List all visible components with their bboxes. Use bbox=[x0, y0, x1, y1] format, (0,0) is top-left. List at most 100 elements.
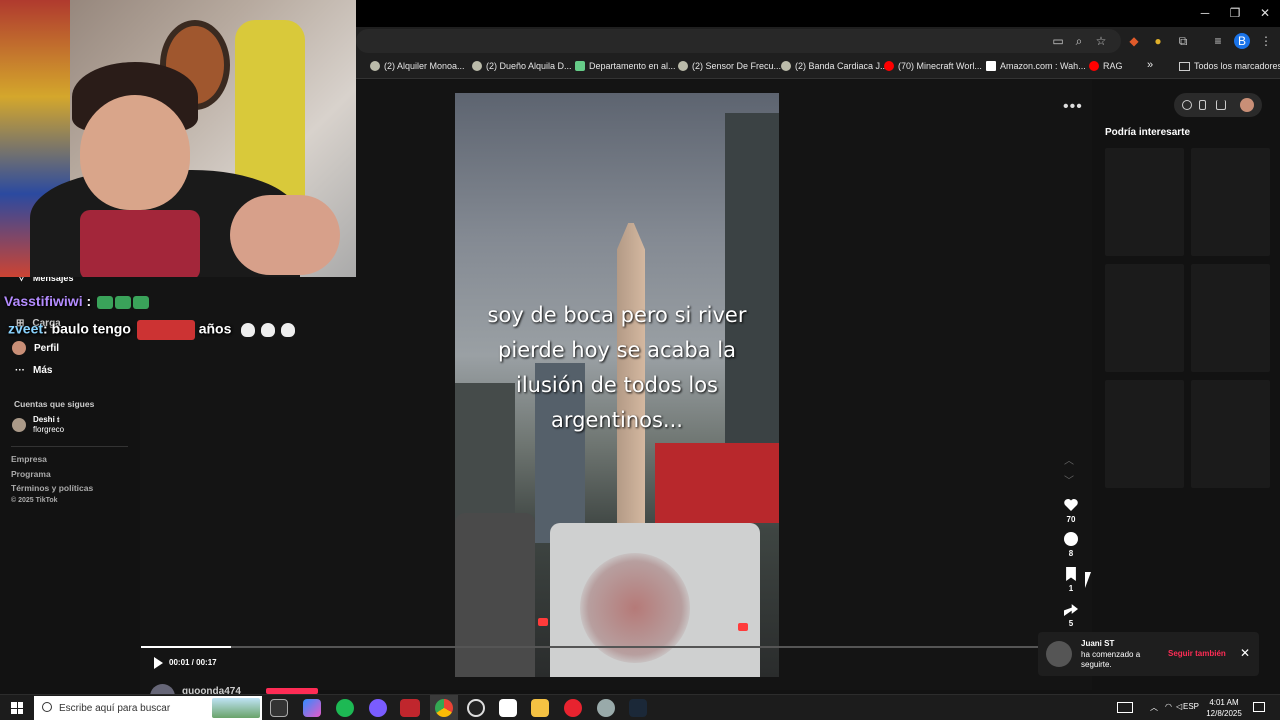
bookmark-item[interactable]: (2) Banda Cardiaca J... bbox=[781, 61, 888, 71]
bookmark-item[interactable]: Amazon.com : Wah... bbox=[986, 61, 1086, 71]
all-bookmarks-button[interactable]: Todos los marcadores bbox=[1179, 61, 1280, 71]
system-clock[interactable]: 4:01 AM 12/8/2025 bbox=[1200, 697, 1248, 719]
taillight bbox=[738, 623, 748, 631]
recommendation-tile[interactable] bbox=[1105, 148, 1184, 256]
phone-icon[interactable] bbox=[1199, 100, 1206, 110]
taillight bbox=[538, 618, 548, 626]
footer-link-company[interactable]: Empresa bbox=[11, 454, 47, 464]
download-icon[interactable] bbox=[1216, 100, 1226, 110]
app-icon[interactable] bbox=[597, 699, 615, 717]
notification-message: ha comenzado a seguirte. bbox=[1081, 650, 1141, 669]
obs-icon[interactable] bbox=[467, 699, 485, 717]
skull-emoji-icon bbox=[241, 323, 256, 337]
recommendation-tile[interactable] bbox=[1105, 380, 1184, 488]
sidebar-item-profile[interactable]: Perfil bbox=[12, 341, 59, 355]
all-bookmarks-label: Todos los marcadores bbox=[1194, 61, 1280, 71]
bookmark-label: (2) Sensor De Frecu... bbox=[692, 61, 782, 71]
windows-start-icon[interactable] bbox=[11, 702, 23, 714]
restore-button[interactable]: ❐ bbox=[1220, 6, 1250, 20]
cast-icon[interactable]: ▭ bbox=[1050, 33, 1066, 49]
chevron-up-icon[interactable]: ︿ bbox=[1150, 702, 1158, 713]
minimize-button[interactable]: ─ bbox=[1190, 6, 1220, 20]
recommendation-tile[interactable] bbox=[1191, 380, 1270, 488]
bookmark-item[interactable]: RAG bbox=[1089, 61, 1123, 71]
close-window-button[interactable]: ✕ bbox=[1250, 6, 1280, 20]
bookmark-label: (2) Banda Cardiaca J... bbox=[795, 61, 888, 71]
sidebar-item-label: Perfil bbox=[34, 342, 60, 354]
avatar[interactable] bbox=[1240, 98, 1254, 112]
avatar bbox=[1046, 641, 1072, 667]
video-progress[interactable] bbox=[141, 646, 1039, 648]
like-count: 70 bbox=[1066, 515, 1076, 524]
chrome-icon[interactable] bbox=[435, 699, 453, 717]
bookmark-item[interactable]: (2) Alquiler Monoa... bbox=[370, 61, 465, 71]
video-time: 00:01 / 00:17 bbox=[169, 658, 217, 667]
footer-link-terms[interactable]: Términos y políticas bbox=[11, 483, 93, 493]
reading-list-icon[interactable]: ≡ bbox=[1210, 33, 1226, 49]
search-placeholder: Escribe aquí para buscar bbox=[59, 702, 171, 714]
more-options-button[interactable]: ••• bbox=[1063, 98, 1083, 116]
bookmark-item[interactable]: Departamento en al... bbox=[575, 61, 676, 71]
save-button[interactable]: 1 bbox=[1058, 567, 1084, 593]
puzzle-icon[interactable]: ⧉ bbox=[1175, 33, 1191, 49]
profile-icon[interactable]: B bbox=[1234, 33, 1250, 49]
bookmark-item[interactable]: (2) Dueño Alquila D... bbox=[472, 61, 572, 71]
chat-message: zveet: baulo tengo años bbox=[8, 320, 296, 340]
footer-link-program[interactable]: Programa bbox=[11, 469, 51, 479]
following-username: Deshi 𝔱 bbox=[33, 415, 60, 424]
star-icon[interactable]: ☆ bbox=[1093, 33, 1109, 49]
youtube-icon bbox=[1089, 61, 1099, 71]
bookmark-label: (2) Alquiler Monoa... bbox=[384, 61, 465, 71]
play-icon[interactable] bbox=[154, 657, 163, 669]
compass-icon[interactable] bbox=[1182, 100, 1192, 110]
bookmark-favicon-icon bbox=[781, 61, 791, 71]
taskbar-search[interactable]: Escribe aquí para buscar bbox=[34, 696, 262, 720]
recommendation-tile[interactable] bbox=[1191, 148, 1270, 256]
extension-icon[interactable]: ◆ bbox=[1126, 33, 1142, 49]
address-bar[interactable] bbox=[356, 29, 1121, 53]
comment-button[interactable]: 8 bbox=[1058, 532, 1084, 558]
volume-icon[interactable]: ◁ bbox=[1176, 702, 1182, 711]
skull-emoji-icon bbox=[281, 323, 296, 337]
recommendation-tile[interactable] bbox=[1191, 264, 1270, 372]
wifi-icon[interactable]: ◠ bbox=[1165, 702, 1172, 711]
chevron-up-icon[interactable]: ︿ bbox=[1064, 452, 1074, 467]
divider bbox=[11, 446, 128, 447]
bookmarks-overflow-button[interactable]: » bbox=[1147, 59, 1153, 71]
bookmark-label: RAG bbox=[1103, 61, 1123, 71]
task-view-icon[interactable] bbox=[270, 699, 288, 717]
bookmark-item[interactable]: (2) Sensor De Frecu... bbox=[678, 61, 781, 71]
close-icon[interactable]: ✕ bbox=[1240, 646, 1250, 660]
bookmark-label: Departamento en al... bbox=[589, 61, 676, 71]
chevron-down-icon[interactable]: ﹀ bbox=[1064, 472, 1074, 487]
profile-avatar bbox=[12, 341, 26, 355]
following-account[interactable]: Deshi 𝔱 florgreco bbox=[12, 415, 64, 435]
emote-icon bbox=[136, 320, 195, 340]
language-indicator[interactable]: ESP bbox=[1183, 702, 1199, 711]
copyright: © 2025 TikTok bbox=[11, 497, 58, 504]
zoom-icon[interactable]: ⌕ bbox=[1071, 33, 1087, 49]
opera-icon[interactable] bbox=[564, 699, 582, 717]
video-player[interactable]: soy de boca pero si river pierde hoy se … bbox=[455, 93, 779, 677]
spotify-icon[interactable] bbox=[336, 699, 354, 717]
follow-back-button[interactable]: Seguir también bbox=[1168, 649, 1226, 658]
app-icon[interactable] bbox=[400, 699, 420, 717]
notifications-icon[interactable] bbox=[1253, 702, 1265, 712]
keyboard-icon[interactable] bbox=[1117, 702, 1133, 713]
recommendations-title: Podría interesarte bbox=[1105, 127, 1191, 138]
share-button[interactable]: 5 bbox=[1058, 602, 1084, 628]
recommendation-tile[interactable] bbox=[1105, 264, 1184, 372]
chat-text: : baulo tengo bbox=[43, 320, 131, 337]
sidebar-item-more[interactable]: ··· Más bbox=[15, 365, 52, 376]
discord-icon[interactable] bbox=[369, 699, 387, 717]
like-button[interactable]: 70 bbox=[1058, 498, 1084, 524]
bookmark-item[interactable]: (70) Minecraft Worl... bbox=[884, 61, 982, 71]
capcut-icon[interactable] bbox=[499, 699, 517, 717]
steam-icon[interactable] bbox=[629, 699, 647, 717]
menu-icon[interactable]: ⋮ bbox=[1258, 33, 1274, 49]
copilot-icon[interactable] bbox=[303, 699, 321, 717]
extension-icon[interactable]: ● bbox=[1150, 33, 1166, 49]
file-explorer-icon[interactable] bbox=[531, 699, 549, 717]
notification-name: Juani ST bbox=[1081, 639, 1115, 648]
bookmark-label: (2) Dueño Alquila D... bbox=[486, 61, 572, 71]
